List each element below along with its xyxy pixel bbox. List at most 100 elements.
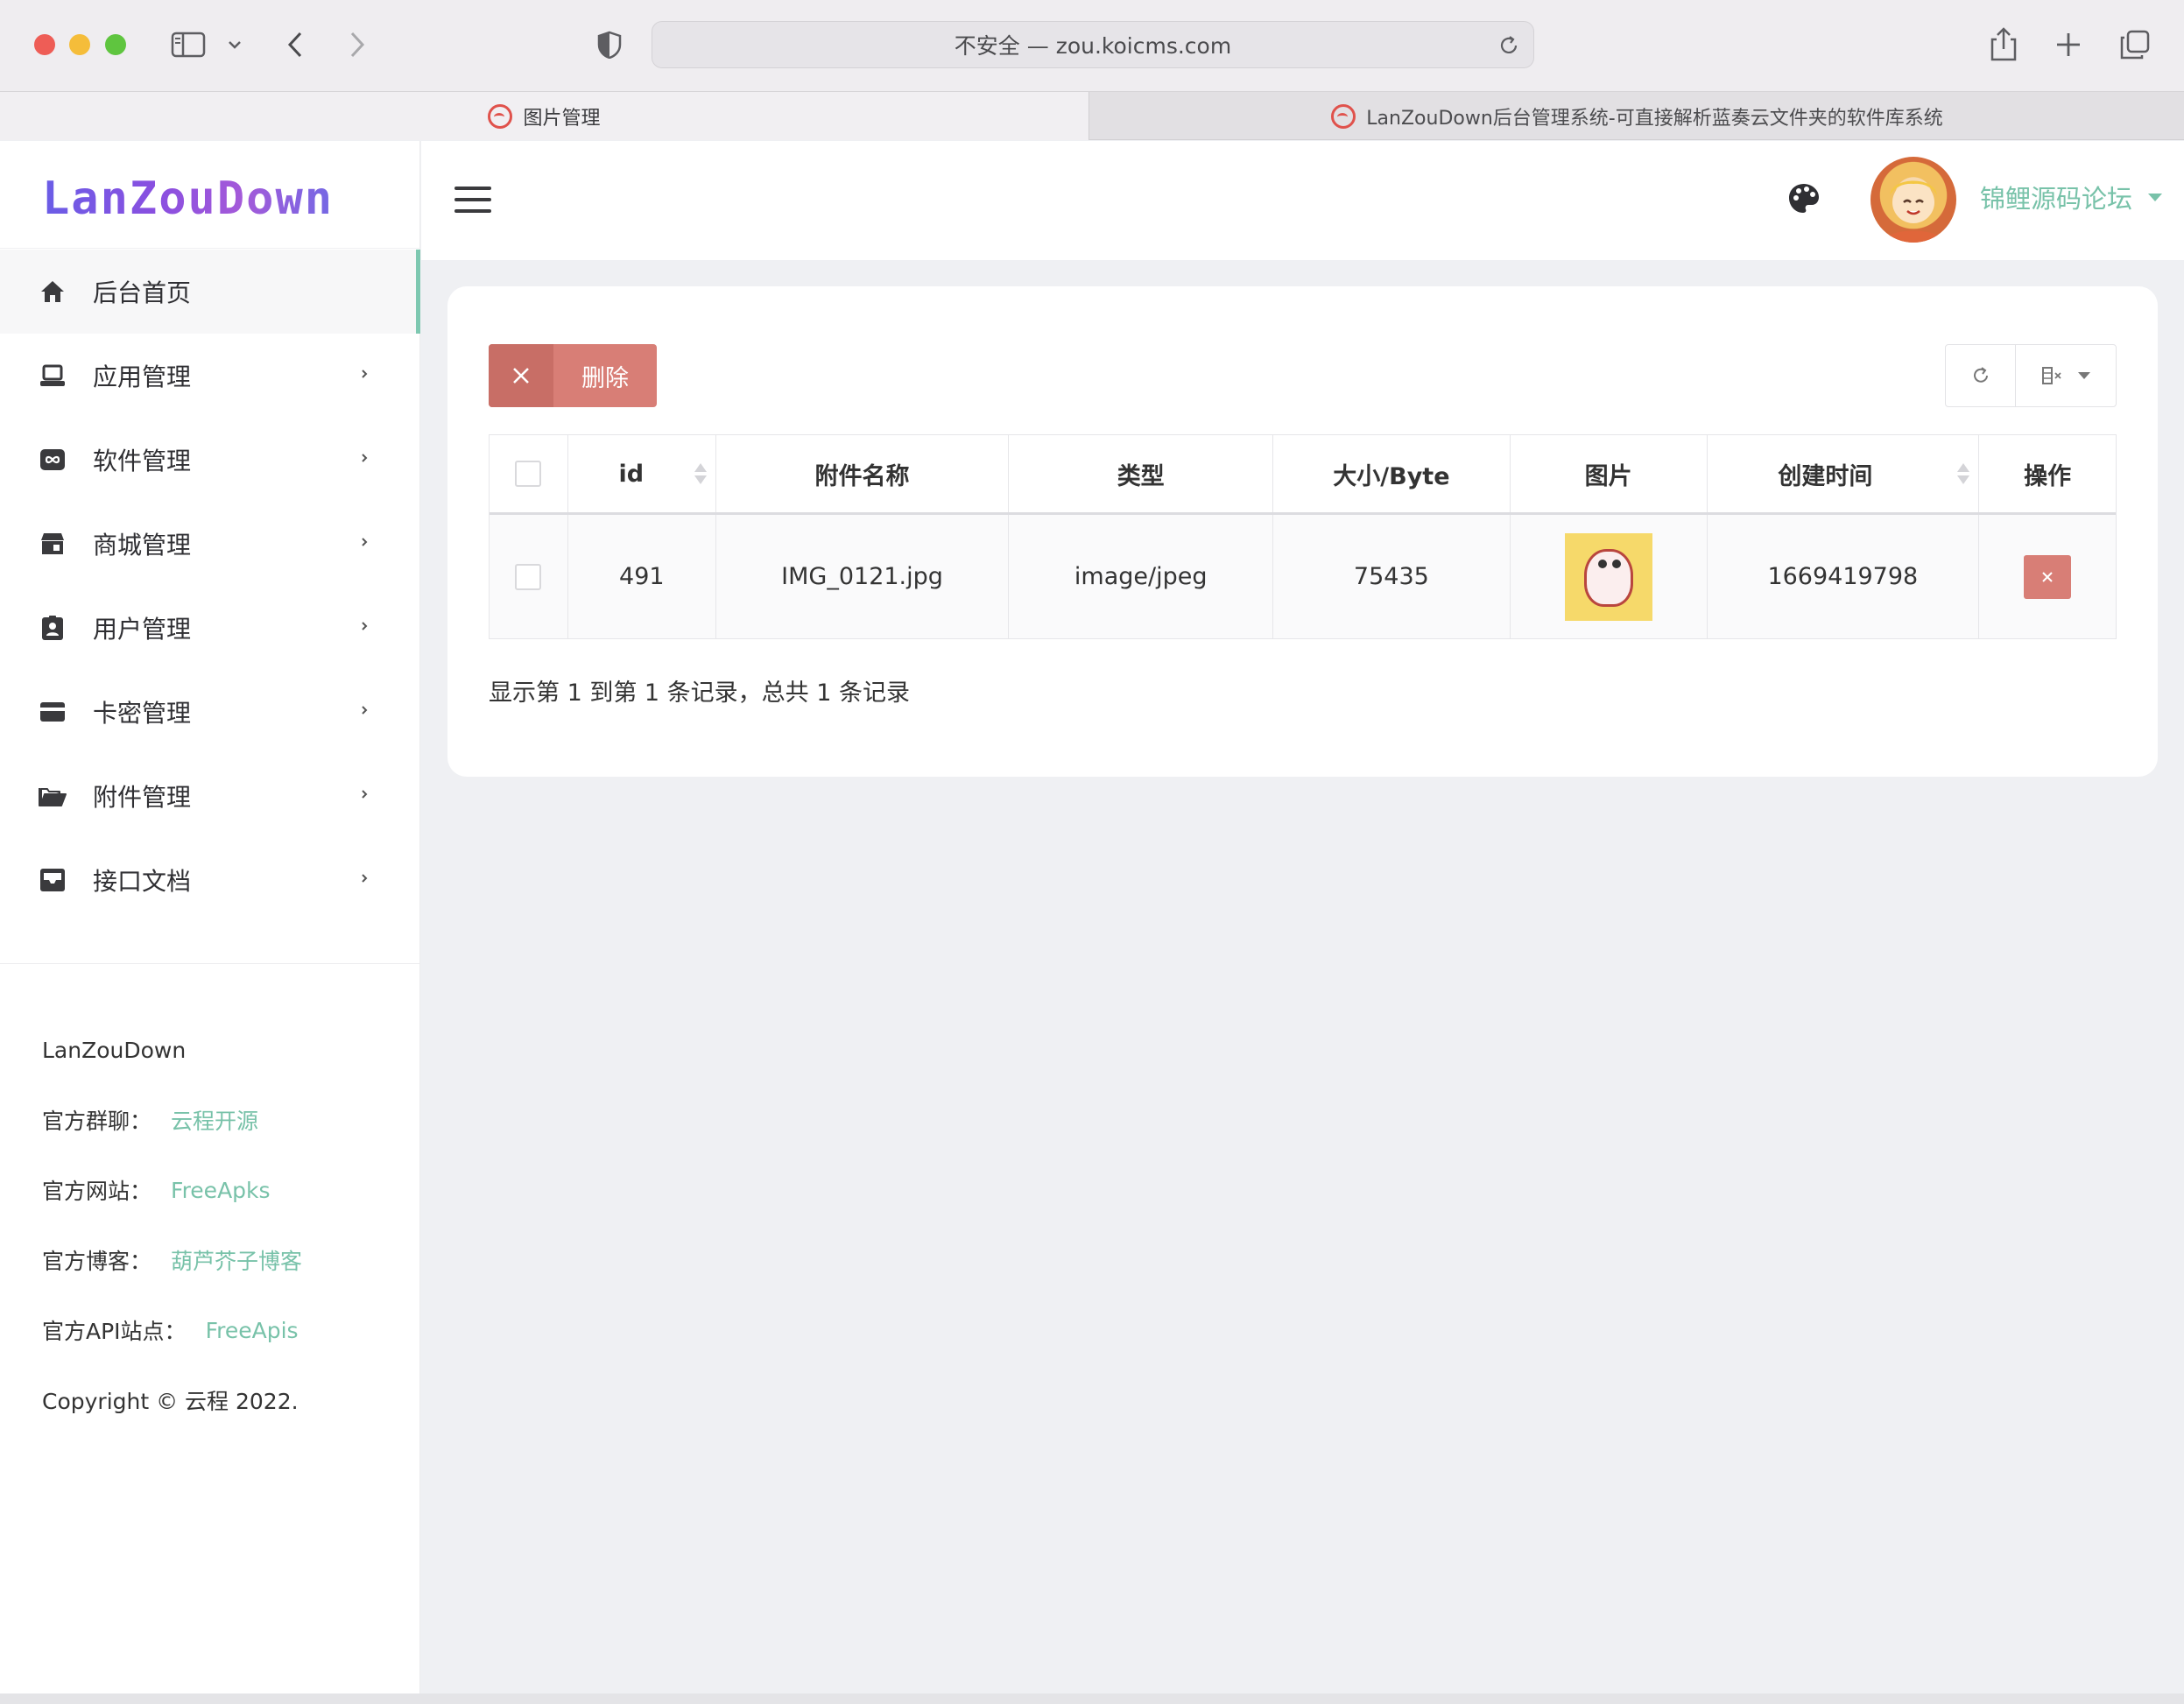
footer-link-row: 官方群聊： 云程开源	[42, 1085, 302, 1155]
folder-open-icon	[39, 782, 67, 810]
sidebar-item-cards[interactable]: 卡密管理	[0, 670, 420, 754]
footer-link-api-site[interactable]: FreeApis	[206, 1318, 299, 1343]
header-label: 图片	[1584, 462, 1632, 490]
tab-overview-icon[interactable]	[2117, 26, 2152, 63]
back-icon[interactable]	[282, 26, 308, 63]
table-header: id 附件名称 类型 大小/Byte 图片 创建时间 操作	[490, 435, 2116, 515]
select-all-checkbox[interactable]	[515, 461, 542, 487]
table-tools	[1945, 344, 2117, 407]
new-tab-icon[interactable]	[2053, 26, 2084, 63]
sidebar-item-label: 后台首页	[93, 278, 192, 307]
laptop-icon	[39, 362, 67, 390]
sidebar-item-label: 商城管理	[93, 531, 192, 560]
credit-card-icon	[39, 698, 67, 726]
divider	[0, 248, 420, 249]
header-label: 操作	[2024, 462, 2072, 490]
home-icon	[39, 278, 67, 306]
header-type: 类型	[1009, 435, 1274, 512]
infinity-icon	[39, 446, 67, 474]
header-actions: 操作	[1979, 435, 2116, 512]
site-favicon-icon	[1331, 103, 1356, 129]
header-label: 大小/Byte	[1333, 462, 1450, 490]
sidebar-item-apps[interactable]: 应用管理	[0, 334, 420, 418]
footer-link-row: 官方API站点： FreeApis	[42, 1295, 302, 1365]
app-header: 锦鲤源码论坛	[421, 141, 2184, 260]
sort-icon	[694, 463, 707, 486]
inbox-icon	[39, 866, 67, 894]
logo-text: LanZouDown	[42, 173, 375, 225]
sidebar-item-label: 软件管理	[93, 447, 192, 475]
user-menu[interactable]: 锦鲤源码论坛	[1980, 179, 2163, 215]
footer-link-row: 官方网站： FreeApks	[42, 1155, 302, 1225]
sort-icon	[1957, 463, 1970, 486]
url-text: 不安全 — zou.koicms.com	[954, 33, 1232, 59]
sidebar-item-label: 附件管理	[93, 783, 192, 812]
sidebar-item-users[interactable]: 用户管理	[0, 586, 420, 670]
tab-title: LanZouDown后台管理系统-可直接解析蓝奏云文件夹的软件库系统	[1366, 107, 1943, 130]
chevron-right-icon	[362, 622, 368, 630]
share-icon[interactable]	[1988, 26, 2019, 63]
browser-toolbar: 不安全 — zou.koicms.com	[0, 0, 2184, 91]
footer-link-row: 官方博客： 葫芦芥子博客	[42, 1225, 302, 1295]
footer-link-blog[interactable]: 葫芦芥子博客	[171, 1244, 302, 1276]
columns-icon	[2042, 367, 2061, 384]
sidebar-nav: 后台首页 应用管理 软件管理 商城管理 用户管理 卡密管理 附件管理 接口文档	[0, 250, 420, 922]
footer-link-website[interactable]: FreeApks	[171, 1178, 271, 1203]
sidebar: LanZouDown 后台首页 应用管理 软件管理 商城管理 用户管理 卡密管理…	[0, 141, 420, 1704]
minimize-window-button[interactable]	[69, 34, 90, 55]
sidebar-item-attachments[interactable]: 附件管理	[0, 754, 420, 838]
delete-button[interactable]: 删除	[489, 344, 657, 407]
footer-link-group-chat[interactable]: 云程开源	[171, 1104, 258, 1136]
zoom-window-button[interactable]	[105, 34, 126, 55]
brand-logo[interactable]: LanZouDown	[42, 173, 375, 225]
table-row: 491 IMG_0121.jpg image/jpeg 75435 166941…	[490, 515, 2116, 638]
tab-lanzoudown-admin[interactable]: LanZouDown后台管理系统-可直接解析蓝奏云文件夹的软件库系统	[1090, 92, 2184, 140]
chevron-right-icon	[362, 538, 368, 546]
image-thumbnail[interactable]	[1564, 532, 1652, 621]
sidebar-item-store[interactable]: 商城管理	[0, 502, 420, 586]
copyright: Copyright © 云程 2022.	[42, 1389, 299, 1414]
header-image: 图片	[1511, 435, 1708, 512]
footer-title: LanZouDown	[42, 1037, 187, 1063]
sidebar-item-software[interactable]: 软件管理	[0, 418, 420, 502]
tab-image-management[interactable]: 图片管理	[0, 92, 1089, 140]
chevron-down-icon[interactable]	[224, 26, 245, 63]
avatar[interactable]	[1870, 157, 1956, 243]
sidebar-item-api-docs[interactable]: 接口文档	[0, 838, 420, 922]
row-checkbox[interactable]	[515, 563, 542, 590]
reload-icon[interactable]	[1497, 33, 1521, 58]
palette-icon[interactable]	[1787, 182, 1821, 215]
header-label: 类型	[1117, 462, 1165, 490]
divider	[0, 963, 420, 964]
cell-name: IMG_0121.jpg	[716, 515, 1010, 638]
footer-link-label: 官方群聊：	[42, 1109, 152, 1134]
header-select-cell	[490, 435, 568, 512]
id-badge-icon	[39, 614, 67, 642]
sidebar-item-dashboard[interactable]: 后台首页	[0, 250, 420, 334]
tab-title: 图片管理	[523, 107, 601, 130]
bottom-strip	[0, 1693, 2184, 1704]
address-bar[interactable]: 不安全 — zou.koicms.com	[652, 21, 1534, 68]
menu-toggle-icon[interactable]	[454, 187, 491, 213]
header-name: 附件名称	[716, 435, 1010, 512]
chevron-right-icon	[362, 370, 368, 378]
caret-down-icon	[2078, 372, 2090, 379]
pagination-summary: 显示第 1 到第 1 条记录，总共 1 条记录	[489, 679, 911, 707]
privacy-shield-icon[interactable]	[595, 26, 623, 63]
footer-link-label: 官方网站：	[42, 1179, 152, 1204]
row-delete-button[interactable]	[2024, 554, 2072, 599]
sidebar-toggle-icon[interactable]	[169, 26, 208, 63]
header-size: 大小/Byte	[1273, 435, 1511, 512]
header-created[interactable]: 创建时间	[1708, 435, 1980, 512]
header-label: id	[618, 460, 645, 488]
footer-link-label: 官方API站点：	[42, 1319, 187, 1344]
site-favicon-icon	[488, 103, 513, 129]
chevron-right-icon	[362, 706, 368, 715]
header-id[interactable]: id	[568, 435, 716, 512]
columns-toggle-button[interactable]	[2016, 345, 2116, 406]
forward-icon[interactable]	[344, 26, 370, 63]
refresh-button[interactable]	[1946, 345, 2016, 406]
attachments-table: id 附件名称 类型 大小/Byte 图片 创建时间 操作 491 IMG_01…	[489, 434, 2117, 639]
cell-size: 75435	[1273, 515, 1511, 638]
close-window-button[interactable]	[34, 34, 55, 55]
